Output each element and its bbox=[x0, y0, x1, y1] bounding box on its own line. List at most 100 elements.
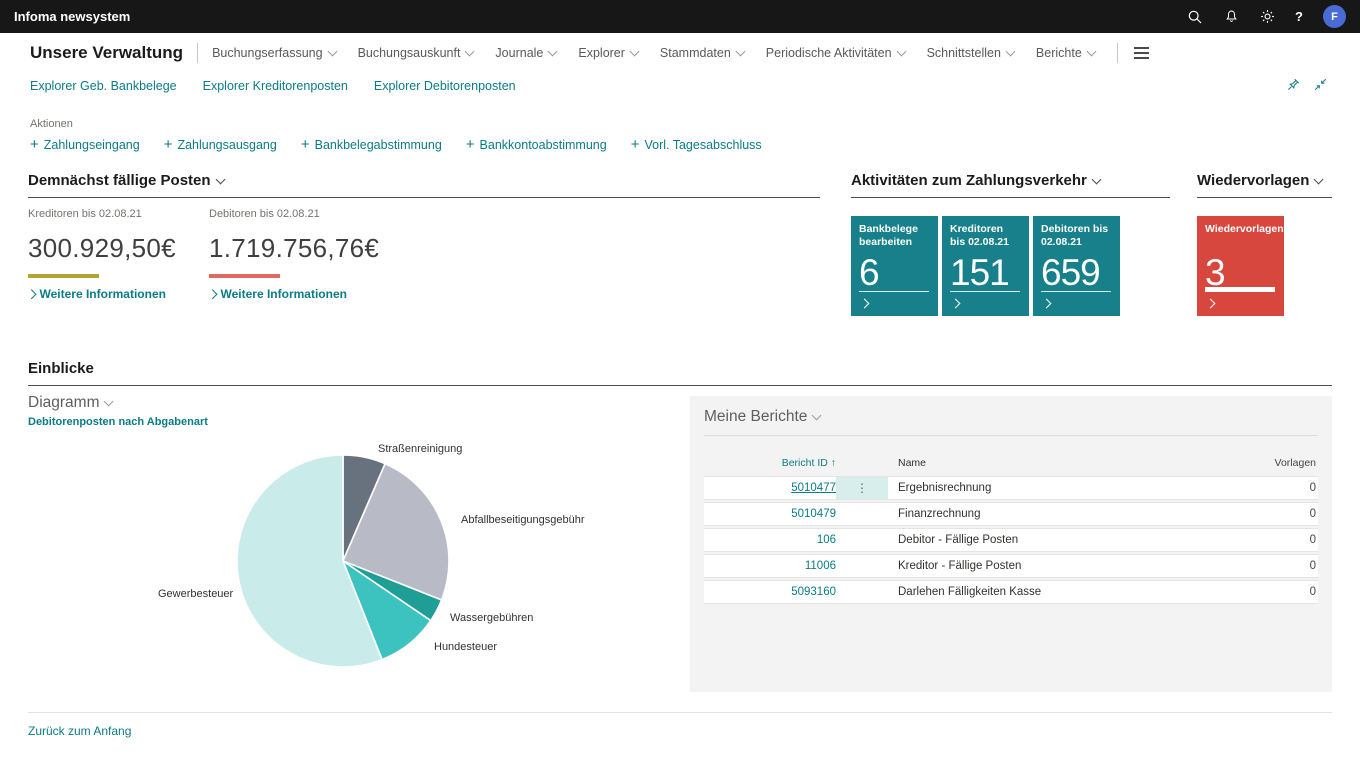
plus-icon: + bbox=[301, 136, 310, 153]
nav-item-periodische-aktivit-ten[interactable]: Periodische Aktivitäten bbox=[766, 46, 905, 60]
nav-item-explorer[interactable]: Explorer bbox=[578, 46, 638, 60]
action-vorl-tagesabschluss[interactable]: +Vorl. Tagesabschluss bbox=[631, 136, 762, 153]
section-title: Aktivitäten zum Zahlungsverkehr bbox=[851, 172, 1087, 189]
report-template-count: 0 bbox=[1254, 508, 1318, 520]
column-header-id[interactable]: Bericht ID ↑ bbox=[704, 457, 836, 469]
nav-item-stammdaten[interactable]: Stammdaten bbox=[660, 46, 744, 60]
table-row[interactable]: 5010479Finanzrechnung0 bbox=[704, 502, 1318, 526]
plus-icon: + bbox=[30, 136, 39, 153]
chevron-down-icon bbox=[1314, 175, 1324, 185]
payment-activities-dropdown[interactable]: Aktivitäten zum Zahlungsverkehr bbox=[851, 172, 1170, 189]
pie-label-wassergeb-hren: Wassergebühren bbox=[450, 612, 533, 624]
report-template-count: 0 bbox=[1254, 586, 1318, 598]
report-id-link[interactable]: 5093160 bbox=[704, 586, 836, 598]
table-row[interactable]: 5010477⋮Ergebnisrechnung0 bbox=[704, 476, 1318, 500]
section-rule bbox=[1197, 197, 1332, 198]
kpi-status-bar bbox=[209, 274, 280, 278]
nav-items: Buchungserfassung Buchungsauskunft Journal… bbox=[212, 46, 1117, 60]
nav-item-buchungsauskunft[interactable]: Buchungsauskunft bbox=[358, 46, 474, 60]
subnav-link-explorer-kreditorenposten[interactable]: Explorer Kreditorenposten bbox=[203, 79, 348, 93]
nav-item-schnittstellen[interactable]: Schnittstellen bbox=[927, 46, 1014, 60]
kpi-more-info-link[interactable]: Weitere Informationen bbox=[28, 287, 209, 301]
chevron-right-icon bbox=[27, 289, 36, 298]
actions-label: Aktionen bbox=[30, 118, 73, 130]
kpi-label: Kreditoren bis 02.08.21 bbox=[28, 208, 209, 220]
table-row[interactable]: 5093160 Darlehen Fälligkeiten Kasse0 bbox=[704, 580, 1318, 604]
chevron-down-icon bbox=[104, 397, 114, 407]
diagram-subtitle[interactable]: Debitorenposten nach Abgabenart bbox=[28, 416, 208, 428]
nav-item-buchungserfassung[interactable]: Buchungserfassung bbox=[212, 46, 336, 60]
back-to-top-link[interactable]: Zurück zum Anfang bbox=[28, 724, 131, 738]
reminder-tile-host: Wiedervorlagen3 bbox=[1197, 216, 1332, 316]
chevron-right-icon bbox=[951, 299, 961, 309]
gear-icon[interactable] bbox=[1259, 9, 1275, 25]
report-id-link[interactable]: 106 bbox=[704, 534, 836, 546]
cue-tile-bar bbox=[859, 291, 929, 292]
subnav-link-explorer-geb-bankbelege[interactable]: Explorer Geb. Bankbelege bbox=[30, 79, 177, 93]
bell-icon[interactable] bbox=[1223, 9, 1239, 25]
kpi-label: Debitoren bis 02.08.21 bbox=[209, 208, 390, 220]
chevron-down-icon bbox=[215, 175, 225, 185]
table-row[interactable]: 106Debitor - Fällige Posten0 bbox=[704, 528, 1318, 552]
cue-tile-wiedervorlagen[interactable]: Wiedervorlagen3 bbox=[1197, 216, 1284, 316]
nav-divider bbox=[197, 43, 198, 63]
nav-item-journale[interactable]: Journale bbox=[495, 46, 556, 60]
more-menu-icon[interactable] bbox=[1134, 52, 1149, 54]
action-label: Zahlungseingang bbox=[44, 138, 140, 152]
panel-title: Meine Berichte bbox=[704, 408, 807, 425]
pin-icon[interactable] bbox=[1286, 77, 1301, 92]
ellipsis-vertical-icon[interactable]: ⋮ bbox=[856, 481, 868, 495]
search-icon[interactable] bbox=[1187, 9, 1203, 25]
report-id-link[interactable]: 5010479 bbox=[704, 508, 836, 520]
my-reports-dropdown[interactable]: Meine Berichte bbox=[704, 408, 1318, 426]
kpi-more-info-link[interactable]: Weitere Informationen bbox=[209, 287, 390, 301]
column-header-templates[interactable]: Vorlagen bbox=[1254, 457, 1318, 469]
row-context-menu-cell bbox=[836, 555, 888, 577]
section-title: Demnächst fällige Posten bbox=[28, 172, 211, 189]
report-template-count: 0 bbox=[1254, 534, 1318, 546]
pie-chart bbox=[235, 453, 451, 669]
diagram-dropdown[interactable]: Diagramm bbox=[28, 394, 208, 412]
cue-tiles: Bankbelege bearbeiten6Kreditoren bis 02.… bbox=[851, 216, 1170, 316]
report-name: Darlehen Fälligkeiten Kasse bbox=[888, 586, 1254, 598]
chevron-right-icon bbox=[1206, 299, 1216, 309]
kpi-row: Kreditoren bis 02.08.21300.929,50€Weiter… bbox=[28, 208, 820, 301]
reminders-dropdown[interactable]: Wiedervorlagen bbox=[1197, 172, 1332, 189]
sort-asc-icon: ↑ bbox=[831, 457, 836, 469]
action-zahlungsausgang[interactable]: +Zahlungsausgang bbox=[164, 136, 277, 153]
cue-tile-kreditoren-bis-02-08-21[interactable]: Kreditoren bis 02.08.21151 bbox=[942, 216, 1029, 316]
cue-tile-bankbelege-bearbeiten[interactable]: Bankbelege bearbeiten6 bbox=[851, 216, 938, 316]
cue-tile-label: Kreditoren bis 02.08.21 bbox=[950, 223, 1021, 249]
due-posts-dropdown[interactable]: Demnächst fällige Posten bbox=[28, 172, 820, 189]
row-context-menu-cell[interactable]: ⋮ bbox=[836, 477, 888, 499]
avatar[interactable]: F bbox=[1323, 5, 1346, 28]
main-nav: Unsere Verwaltung BuchungserfassungBuchu… bbox=[0, 33, 1360, 72]
chevron-down-icon bbox=[465, 46, 475, 56]
kpi-kreditoren-bis-02-08-21: Kreditoren bis 02.08.21300.929,50€Weiter… bbox=[28, 208, 209, 301]
kpi-debitoren-bis-02-08-21: Debitoren bis 02.08.211.719.756,76€Weite… bbox=[209, 208, 390, 301]
kpi-link-label: Weitere Informationen bbox=[221, 287, 347, 301]
help-icon[interactable]: ? bbox=[1295, 9, 1303, 24]
action-bankbelegabstimmung[interactable]: +Bankbelegabstimmung bbox=[301, 136, 442, 153]
table-header: Bericht ID ↑ Name Vorlagen bbox=[704, 452, 1318, 474]
collapse-icon[interactable] bbox=[1313, 77, 1328, 92]
section-title: Einblicke bbox=[28, 360, 94, 377]
subnav-icons bbox=[1286, 77, 1328, 92]
report-id-link[interactable]: 5010477 bbox=[704, 482, 836, 494]
nav-home[interactable]: Unsere Verwaltung bbox=[30, 43, 183, 63]
insights-title: Einblicke bbox=[28, 360, 1332, 377]
section-rule bbox=[28, 197, 820, 198]
report-name: Ergebnisrechnung bbox=[888, 482, 1254, 494]
subnav-link-explorer-debitorenposten[interactable]: Explorer Debitorenposten bbox=[374, 79, 516, 93]
role-center-page: Infoma newsystem ? F Unsere Verwaltung B… bbox=[0, 0, 1360, 765]
section-payment-activities: Aktivitäten zum Zahlungsverkehr Bankbele… bbox=[851, 172, 1170, 316]
pie-label-gewerbesteuer: Gewerbesteuer bbox=[158, 588, 233, 600]
nav-item-berichte[interactable]: Berichte bbox=[1036, 46, 1095, 60]
action-zahlungseingang[interactable]: + Zahlungseingang bbox=[30, 136, 140, 153]
table-row[interactable]: 11006Kreditor - Fällige Posten0 bbox=[704, 554, 1318, 578]
report-id-link[interactable]: 11006 bbox=[704, 560, 836, 572]
cue-tile-debitoren-bis-02-08-21[interactable]: Debitoren bis 02.08.21659 bbox=[1033, 216, 1120, 316]
plus-icon: + bbox=[631, 136, 640, 153]
action-bankkontoabstimmung[interactable]: +Bankkontoabstimmung bbox=[466, 136, 607, 153]
column-header-name[interactable]: Name bbox=[888, 457, 1254, 469]
